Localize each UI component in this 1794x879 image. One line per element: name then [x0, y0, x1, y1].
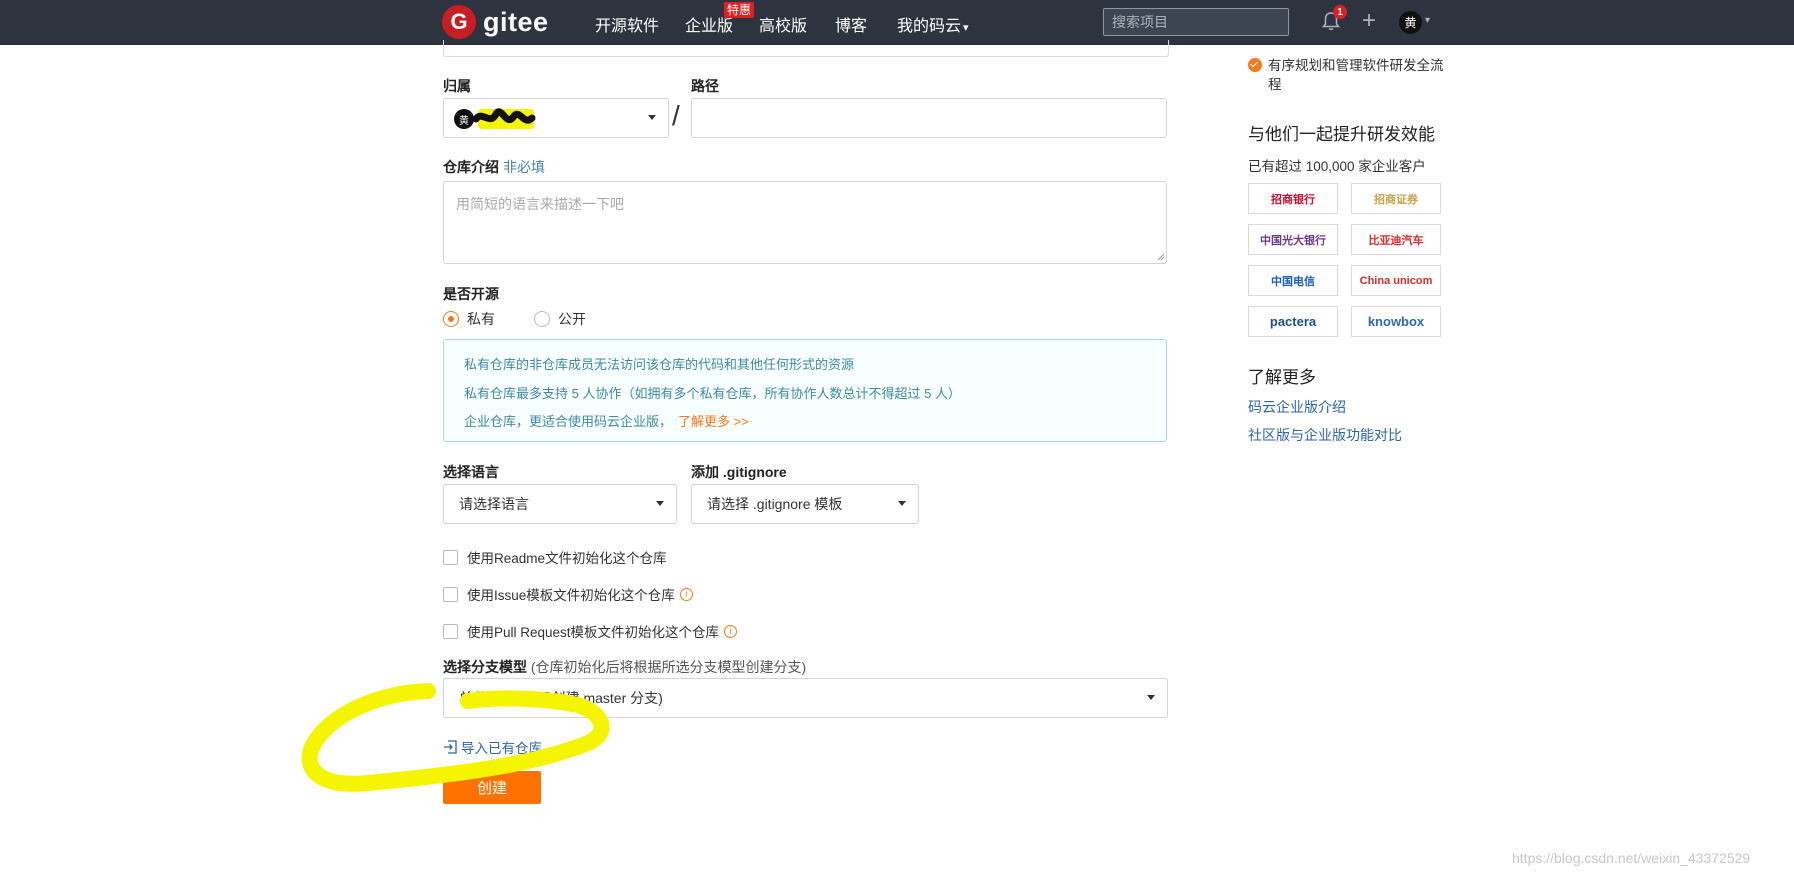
notification-count-badge: 1 — [1333, 5, 1347, 19]
pr-template-checkbox[interactable] — [443, 623, 458, 639]
edition-comparison-link[interactable]: 社区版与企业版功能对比 — [1248, 425, 1402, 445]
customer-logo-knowbox: knowbox — [1351, 306, 1441, 337]
customer-logo-cms: 招商证券 — [1351, 183, 1441, 214]
info-icon[interactable]: i — [679, 587, 693, 601]
customer-logo-ceb: 中国光大银行 — [1248, 224, 1338, 255]
previous-field-edge — [443, 40, 1169, 57]
intro-label-text: 仓库介绍 — [443, 159, 499, 175]
chevron-down-icon — [898, 501, 906, 506]
customer-logo-byd: 比亚迪汽车 — [1351, 224, 1441, 255]
nav-my-gitee[interactable]: 我的码云 ▾ — [897, 12, 969, 36]
chevron-down-icon: ▾ — [963, 22, 969, 34]
gitignore-select[interactable]: 请选择 .gitignore 模板 — [691, 484, 919, 524]
redaction-scribble — [472, 108, 536, 129]
gitee-logo[interactable]: G gitee — [442, 5, 549, 39]
gitignore-select-value: 请选择 .gitignore 模板 — [707, 496, 843, 512]
feature-text: 有序规划和管理软件研发全流程 — [1268, 58, 1444, 92]
learn-more-heading: 了解更多 — [1248, 368, 1316, 387]
nav-blog[interactable]: 博客 — [835, 12, 867, 36]
gitee-logo-icon: G — [442, 5, 476, 39]
info-line: 私有仓库最多支持 5 人协作（如拥有多个私有仓库，所有协作人数总计不得超过 5 … — [464, 385, 961, 401]
customer-logo-cmb: 招商银行 — [1248, 183, 1338, 214]
customer-logo-text: 中国电信 — [1271, 275, 1315, 288]
customer-logo-text: knowbox — [1367, 314, 1425, 329]
radio-public-label: 公开 — [558, 311, 586, 327]
customer-logo-pactera: pactera — [1248, 306, 1338, 337]
issue-template-checkbox-label: 使用Issue模板文件初始化这个仓库 — [467, 588, 675, 603]
promo-heading: 与他们一起提升研发效能 — [1248, 125, 1435, 144]
intro-label: 仓库介绍 非必填 — [443, 157, 545, 177]
plus-icon[interactable]: + — [1362, 9, 1376, 33]
chevron-down-icon — [656, 501, 664, 506]
resize-grip-icon[interactable] — [1157, 253, 1165, 261]
nav-open-source[interactable]: 开源软件 — [595, 12, 659, 36]
readme-checkbox-label: 使用Readme文件初始化这个仓库 — [467, 551, 667, 566]
issue-template-checkbox-row[interactable]: 使用Issue模板文件初始化这个仓库 i — [443, 584, 693, 604]
branch-model-label-text: 选择分支模型 — [443, 659, 527, 675]
path-separator: / — [672, 100, 680, 131]
customer-logo-unicom: China unicom — [1351, 265, 1441, 296]
intro-optional-hint: 非必填 — [503, 159, 545, 175]
enterprise-intro-link[interactable]: 码云企业版介绍 — [1248, 397, 1346, 417]
customer-logo-telecom: 中国电信 — [1248, 265, 1338, 296]
nav-education[interactable]: 高校版 — [759, 12, 807, 36]
branch-model-note: (仓库初始化后将根据所选分支模型创建分支) — [530, 659, 807, 675]
enterprise-promo-badge: 特惠 — [724, 2, 755, 18]
issue-template-checkbox[interactable] — [443, 586, 458, 602]
customer-logo-text: 招商银行 — [1271, 193, 1315, 206]
customer-logo-text: 中国光大银行 — [1260, 234, 1326, 247]
gitignore-label: 添加 .gitignore — [691, 464, 787, 480]
csdn-watermark: https://blog.csdn.net/weixin_43372529 — [1512, 850, 1751, 866]
nav-my-gitee-label: 我的码云 — [897, 18, 962, 35]
radio-private-circle[interactable] — [443, 311, 459, 327]
chevron-down-icon — [648, 115, 656, 120]
customer-logo-text: China unicom — [1359, 274, 1433, 287]
language-select[interactable]: 请选择语言 — [443, 484, 677, 524]
learn-more-link[interactable]: 了解更多 >> — [678, 414, 749, 429]
owner-select[interactable]: 黄 — [443, 98, 669, 138]
info-line-text: 企业仓库，更适合使用码云企业版， — [464, 414, 673, 429]
customer-logo-text: 比亚迪汽车 — [1368, 234, 1424, 247]
search-input[interactable] — [1103, 8, 1289, 36]
branch-model-label: 选择分支模型 (仓库初始化后将根据所选分支模型创建分支) — [443, 657, 806, 677]
yellow-highlight-annotation — [301, 683, 610, 792]
top-navbar: G gitee 开源软件 企业版 特惠 高校版 博客 我的码云▾ 1 + 黄 ▾ — [0, 0, 1794, 45]
info-line: 私有仓库的非仓库成员无法访问该仓库的代码和其他任何形式的资源 — [464, 357, 855, 372]
info-line: 企业仓库，更适合使用码云企业版， 了解更多 >> — [464, 408, 1146, 437]
intro-textarea[interactable] — [443, 181, 1167, 264]
avatar: 黄 — [454, 109, 474, 129]
customer-logo-text: 招商证券 — [1374, 193, 1418, 206]
pr-template-checkbox-row[interactable]: 使用Pull Request模板文件初始化这个仓库 i — [443, 621, 738, 641]
radio-public-circle[interactable] — [534, 311, 550, 327]
chevron-down-icon — [1147, 695, 1155, 700]
pr-template-checkbox-label: 使用Pull Request模板文件初始化这个仓库 — [467, 625, 720, 640]
check-circle-icon — [1248, 58, 1262, 72]
language-label: 选择语言 — [443, 464, 499, 480]
open-source-label: 是否开源 — [443, 286, 499, 302]
radio-private[interactable]: 私有 — [443, 309, 495, 329]
path-input[interactable] — [691, 98, 1167, 138]
readme-checkbox[interactable] — [443, 549, 458, 565]
chevron-down-icon[interactable]: ▾ — [1425, 15, 1430, 26]
promo-subtitle: 已有超过 100,000 家企业客户 — [1248, 159, 1426, 174]
language-select-value: 请选择语言 — [459, 496, 529, 512]
radio-public[interactable]: 公开 — [534, 309, 586, 329]
info-icon[interactable]: i — [724, 624, 738, 638]
customer-logo-text: pactera — [1269, 314, 1317, 329]
avatar[interactable]: 黄 — [1399, 11, 1422, 34]
radio-private-label: 私有 — [467, 311, 495, 327]
gitee-logo-text: gitee — [483, 6, 549, 37]
readme-checkbox-row[interactable]: 使用Readme文件初始化这个仓库 — [443, 547, 667, 567]
path-label: 路径 — [691, 78, 719, 94]
private-repo-info-box: 私有仓库的非仓库成员无法访问该仓库的代码和其他任何形式的资源 私有仓库最多支持 … — [443, 339, 1167, 442]
owner-label: 归属 — [443, 78, 471, 94]
